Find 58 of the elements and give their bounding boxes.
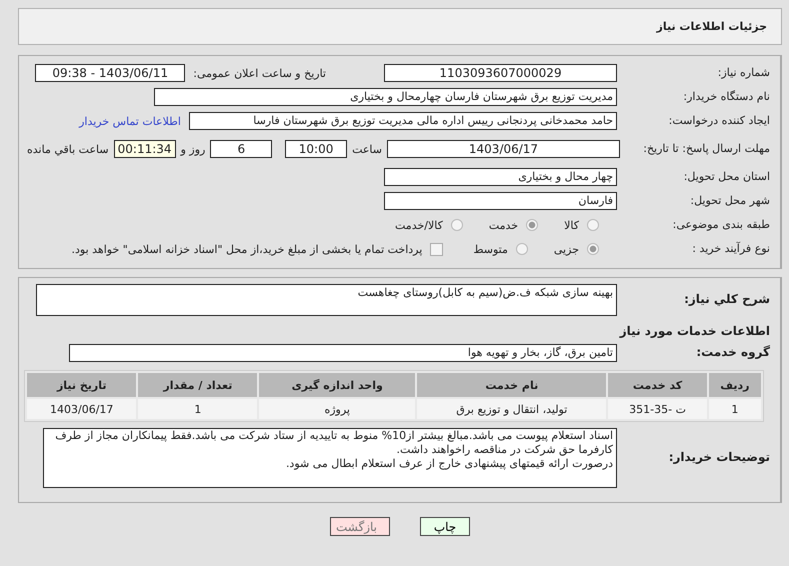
column-header: ردیف xyxy=(708,373,761,397)
column-header: واحد اندازه گیری xyxy=(259,373,416,397)
field-label: تاریخ و ساعت اعلان عمومی: xyxy=(193,66,326,80)
buyer-contact-link[interactable]: اطلاعات تماس خریدار xyxy=(79,114,181,128)
field-label: شماره نیاز: xyxy=(716,66,770,80)
page-title: جزئیات اطلاعات نیاز xyxy=(656,20,767,33)
table-cell: ت -35-351 xyxy=(608,399,707,419)
radio-button[interactable] xyxy=(587,219,599,231)
deadline-date-field: 1403/06/17 xyxy=(387,140,620,158)
notes-text: اسناد استعلام پیوست می باشد.مبالغ بیشتر از10% منوط به تاییدیه از ستاد شرکت می باشد.فقط پیمانکاران مجاز از طرف کارفرما حق شرکت در مناقصه راخواهند داشت. xyxy=(54,429,613,457)
table-cell: 1403/06/17 xyxy=(27,399,136,419)
province-field: چهار محال و بختیاری xyxy=(384,168,617,186)
radio-button[interactable] xyxy=(526,219,538,231)
table-cell: 1 xyxy=(708,399,761,419)
field-label: نام دستگاه خریدار: xyxy=(682,90,770,104)
description-field: بهینه سازی شبکه ف.ض(سیم به کابل)روستای چغاهست xyxy=(36,284,617,316)
radio-label: خدمت xyxy=(488,218,518,232)
buyer-name-field: مدیریت توزیع برق شهرستان فارسان چهارمحال و بختیاری xyxy=(154,88,617,106)
radio-label: جزیی xyxy=(554,242,579,256)
table-cell: پروژه xyxy=(259,399,416,419)
field-label: طبقه بندی موضوعی: xyxy=(672,218,770,232)
field-label: ایجاد کننده درخواست: xyxy=(668,114,770,128)
city-field: فارسان xyxy=(384,192,617,210)
field-label: استان محل تحویل: xyxy=(682,170,770,184)
back-button[interactable]: بازگشت xyxy=(330,517,390,536)
print-button[interactable]: چاپ xyxy=(420,517,470,536)
radio-button[interactable] xyxy=(516,243,528,255)
field-label: گروه خدمت: xyxy=(695,345,770,361)
radio-label: کالا/خدمت xyxy=(395,218,443,232)
section-title: اطلاعات خدمات مورد نياز xyxy=(620,324,770,338)
column-header: کد خدمت xyxy=(608,373,707,397)
column-header: نام خدمت xyxy=(417,373,606,397)
field-label: ساعت باقي مانده xyxy=(27,142,109,156)
requester-field: حامد محمدخانی پردنجانی رییس اداره مالی مدیریت توزیع برق شهرستان فارسا xyxy=(189,112,617,130)
need-number-field: 1103093607000029 xyxy=(384,64,617,82)
field-label: توضیحات خریدار: xyxy=(668,450,770,466)
table-cell: 1 xyxy=(138,399,258,419)
field-label: ساعت xyxy=(352,142,382,156)
column-header: تاریخ نیاز xyxy=(27,373,136,397)
radio-label: کالا xyxy=(564,218,579,232)
notes-text: درصورت ارائه قیمتهای پیشنهادی خارج از عرف استعلام ابطال می شود. xyxy=(284,457,613,471)
checkbox[interactable] xyxy=(430,242,444,256)
radio-button[interactable] xyxy=(450,219,463,231)
remaining-time-field: 00:11:34 xyxy=(114,140,176,158)
field-label: شرح کلي نياز: xyxy=(683,292,770,308)
deadline-time-field: 10:00 xyxy=(285,140,348,158)
field-label: نوع فرآیند خرید : xyxy=(691,242,770,256)
field-label: شهر محل تحویل: xyxy=(689,194,770,208)
field-label: روز و xyxy=(180,142,206,156)
field-label: مهلت ارسال پاسخ: تا تاریخ: xyxy=(642,142,770,156)
table-cell: تولید، انتقال و توزیع برق xyxy=(417,399,606,419)
days-field: 6 xyxy=(210,140,272,158)
radio-button[interactable] xyxy=(587,243,599,255)
checkbox-label: پرداخت تمام یا بخشی از مبلغ خرید،از محل "اسناد خزانه اسلامی" خواهد بود. xyxy=(72,242,422,256)
service-group-field: تامین برق، گاز، بخار و تهویه هوا xyxy=(69,344,617,362)
column-header: تعداد / مقدار xyxy=(138,373,258,397)
announce-date-field: 1403/06/11 - 09:38 xyxy=(35,64,186,82)
radio-label: متوسط xyxy=(473,242,508,256)
